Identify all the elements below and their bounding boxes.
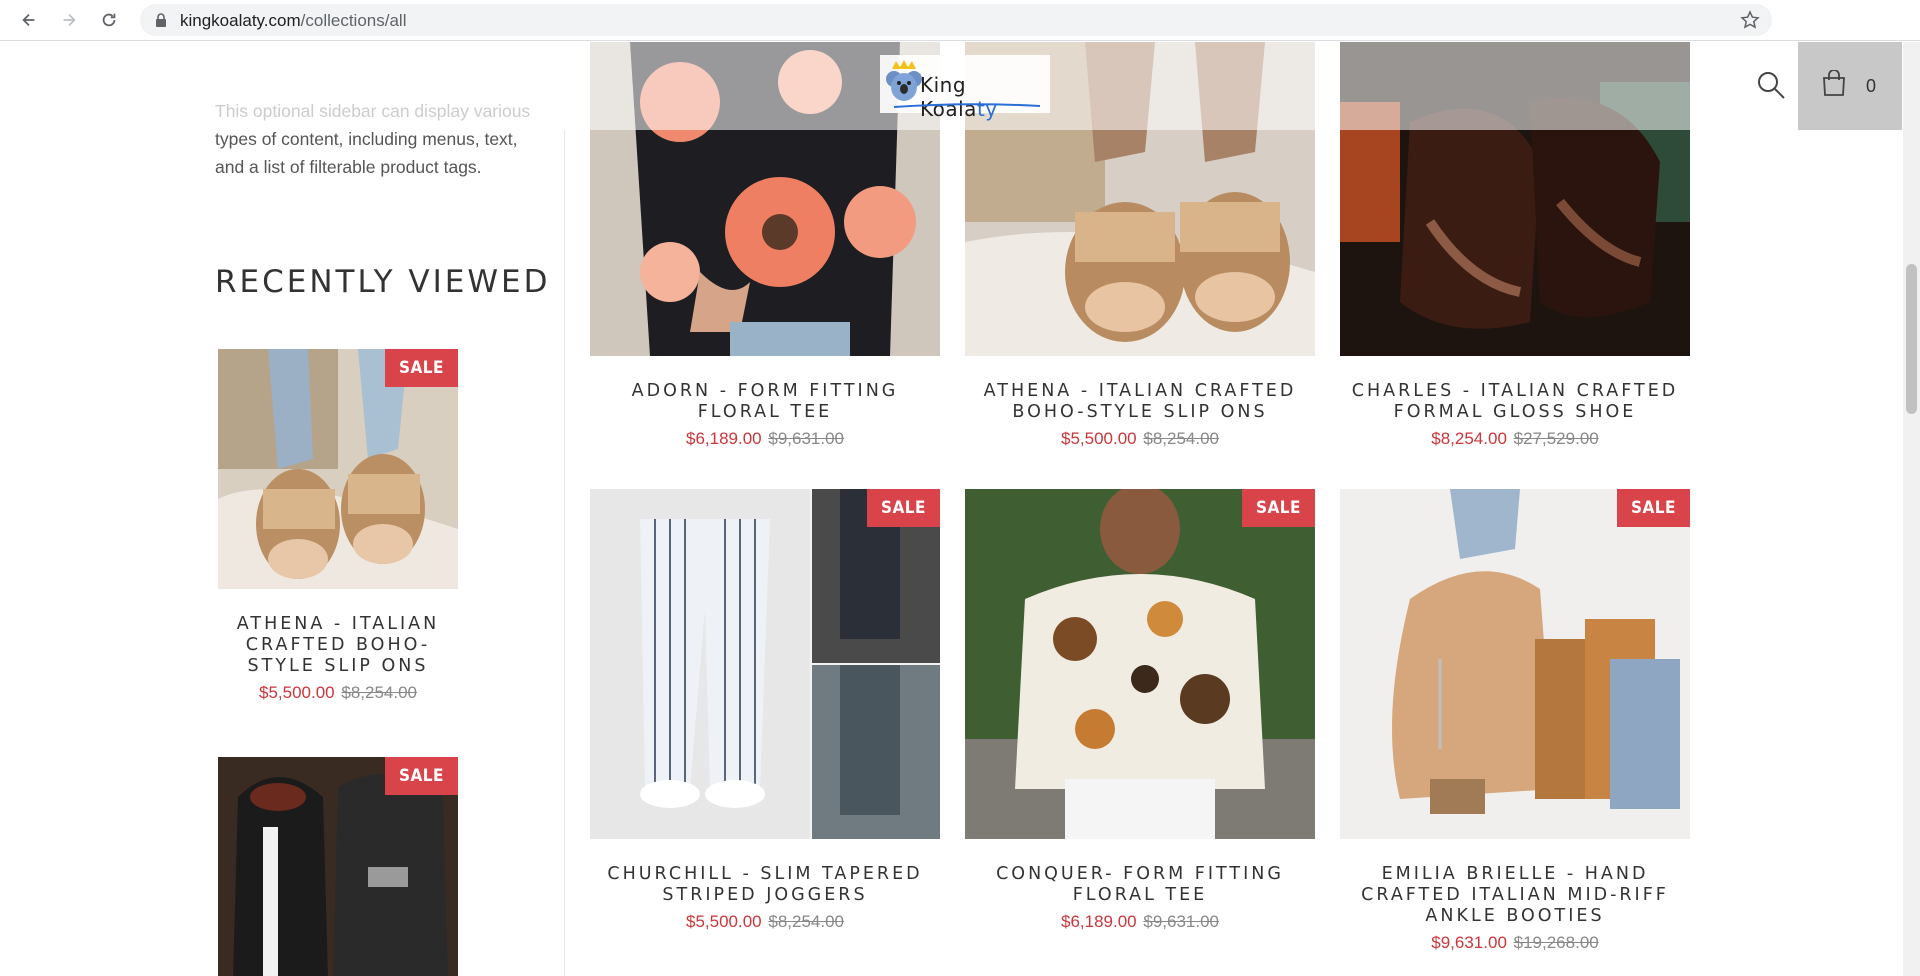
cart-button[interactable]: 0 xyxy=(1798,42,1902,130)
sale-price: $9,631.00 xyxy=(1431,933,1507,952)
arrow-left-icon xyxy=(22,13,35,27)
product-image[interactable]: SALE xyxy=(590,489,940,839)
product-title[interactable]: ADORN - FORM FITTING FLORAL TEE xyxy=(590,381,940,423)
sale-price: $8,254.00 xyxy=(1431,429,1507,448)
arrow-right-icon xyxy=(63,13,76,27)
back-button[interactable] xyxy=(14,6,44,34)
sale-badge: SALE xyxy=(866,489,940,527)
scrollbar-thumb[interactable] xyxy=(1906,264,1917,414)
sale-price: $5,500.00 xyxy=(258,683,335,702)
product-price: $8,254.00 $27,529.00 xyxy=(1340,429,1690,449)
product-title[interactable]: EMILIA BRIELLE - HAND CRAFTED ITALIAN MI… xyxy=(1340,864,1690,927)
product-title[interactable]: CONQUER- FORM FITTING FLORAL TEE xyxy=(965,864,1315,906)
product-card[interactable]: SALE CHURCHILL - SLIM TAPERED STRIPED JO… xyxy=(590,489,940,932)
compare-price: $8,254.00 xyxy=(768,912,844,931)
address-bar[interactable]: kingkoalaty.com/collections/all xyxy=(140,4,1772,36)
compare-price: $9,631.00 xyxy=(768,429,844,448)
site-header xyxy=(565,42,1705,130)
compare-price: $9,631.00 xyxy=(1143,912,1219,931)
compare-price: $8,254.00 xyxy=(1143,429,1219,448)
sale-badge: SALE xyxy=(384,757,458,795)
compare-price: $27,529.00 xyxy=(1513,429,1599,448)
reload-icon xyxy=(102,13,116,27)
browser-toolbar: kingkoalaty.com/collections/all xyxy=(0,0,1920,41)
sale-badge: SALE xyxy=(1241,489,1315,527)
logo-text: King Koalaty xyxy=(920,73,998,121)
product-price: $9,631.00 $19,268.00 xyxy=(1340,933,1690,953)
bookmark-star-icon[interactable] xyxy=(1740,10,1760,30)
product-price: $6,189.00 $9,631.00 xyxy=(590,429,940,449)
product-price: $5,500.00 $8,254.00 xyxy=(965,429,1315,449)
product-title[interactable]: ATHENA - ITALIAN CRAFTED BOHO-STYLE SLIP… xyxy=(965,381,1315,423)
reload-button[interactable] xyxy=(94,6,124,34)
cart-count: 0 xyxy=(1866,76,1877,96)
lock-icon xyxy=(156,13,166,27)
sale-price: $6,189.00 xyxy=(1060,912,1137,931)
compare-price: $8,254.00 xyxy=(341,683,417,702)
product-image[interactable]: SALE xyxy=(218,349,458,589)
product-title[interactable]: CHURCHILL - SLIM TAPERED STRIPED JOGGERS xyxy=(590,864,940,906)
search-button[interactable] xyxy=(1756,70,1786,100)
recently-viewed-heading: RECENTLY VIEWED xyxy=(215,264,551,300)
sale-price: $5,500.00 xyxy=(685,912,762,931)
product-image[interactable]: SALE xyxy=(1340,489,1690,839)
sidebar-description: This optional sidebar can display variou… xyxy=(215,101,531,177)
product-price: $5,500.00 $8,254.00 xyxy=(218,683,458,703)
product-title[interactable]: CHARLES - ITALIAN CRAFTED FORMAL GLOSS S… xyxy=(1340,381,1690,423)
product-title[interactable]: ATHENA - ITALIAN CRAFTED BOHO-STYLE SLIP… xyxy=(218,614,458,677)
recently-viewed-item[interactable]: SALE ATHENA - ITALIAN CRAFTED BOHO-STYLE… xyxy=(218,349,458,703)
site-logo[interactable]: King Koalaty xyxy=(880,55,1050,121)
sale-price: $6,189.00 xyxy=(685,429,762,448)
sale-badge: SALE xyxy=(384,349,458,387)
sidebar-divider xyxy=(564,130,565,976)
sale-badge: SALE xyxy=(1616,489,1690,527)
page-scrollbar[interactable] xyxy=(1903,42,1920,976)
page-content: This optional sidebar can display variou… xyxy=(0,42,1920,976)
product-price: $6,189.00 $9,631.00 xyxy=(965,912,1315,932)
search-icon xyxy=(1758,72,1785,99)
product-image[interactable]: SALE xyxy=(965,489,1315,839)
recently-viewed-item[interactable]: SALE xyxy=(218,757,458,976)
product-card[interactable]: SALE CONQUER- FORM FITTING FLORAL TEE $6… xyxy=(965,489,1315,932)
sale-price: $5,500.00 xyxy=(1060,429,1137,448)
forward-button[interactable] xyxy=(54,6,84,34)
compare-price: $19,268.00 xyxy=(1513,933,1599,952)
logo-underline xyxy=(893,103,1041,108)
product-price: $5,500.00 $8,254.00 xyxy=(590,912,940,932)
url-text: kingkoalaty.com/collections/all xyxy=(180,11,407,30)
product-image[interactable]: SALE xyxy=(218,757,458,976)
product-card[interactable]: SALE EMILIA BRIELLE - HAND CRAFTED ITALI… xyxy=(1340,489,1690,953)
shopping-bag-icon xyxy=(1823,70,1845,96)
